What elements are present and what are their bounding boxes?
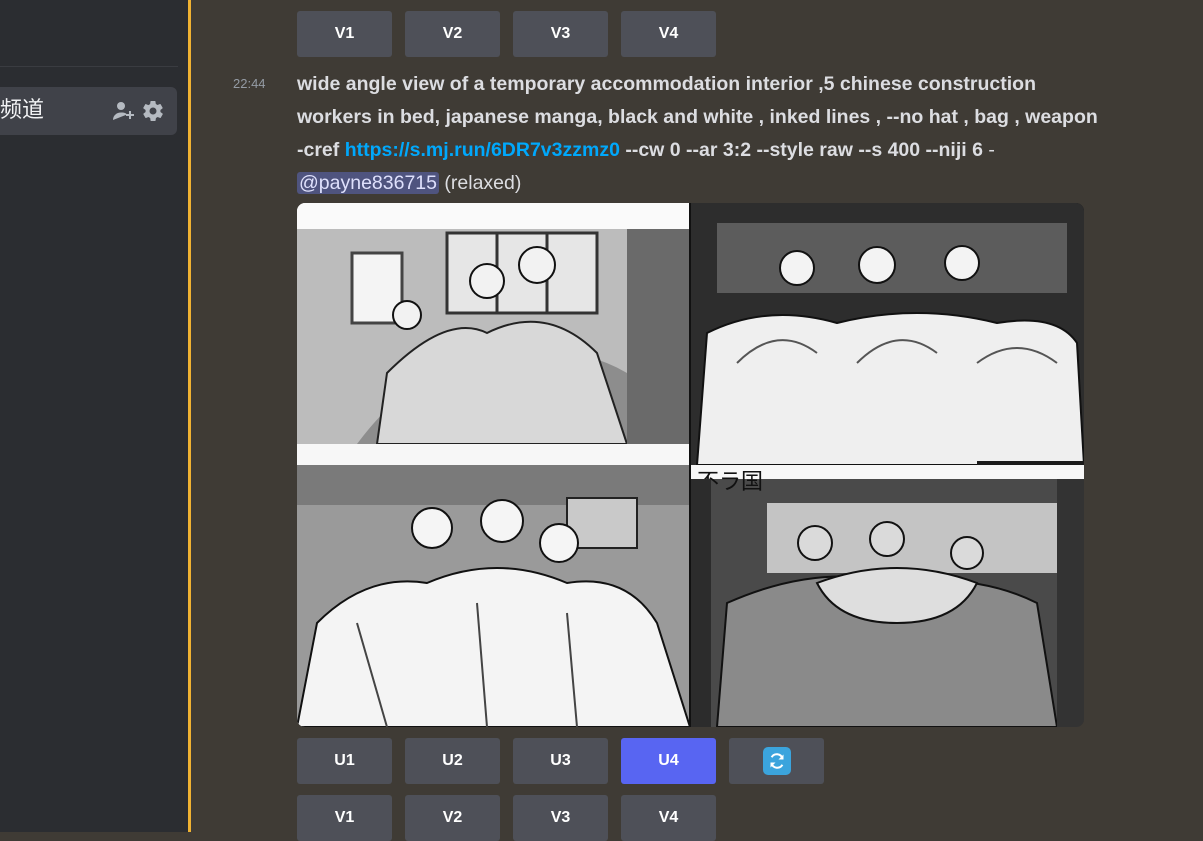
channel-sidebar: 频道 — [0, 0, 188, 832]
variation-button-2[interactable]: V2 — [405, 795, 500, 841]
job-status: (relaxed) — [439, 172, 522, 194]
image-panel-4: 不ラ国 — [691, 465, 1084, 727]
variation-button-4[interactable]: V4 — [621, 11, 716, 57]
upscale-button-3[interactable]: U3 — [513, 738, 608, 784]
message-timestamp: 22:44 — [233, 76, 266, 91]
add-member-icon[interactable] — [111, 99, 135, 123]
variation-button-4[interactable]: V4 — [621, 795, 716, 841]
sidebar-divider — [0, 66, 178, 67]
upscale-button-1[interactable]: U1 — [297, 738, 392, 784]
image-grid-canvas: 不ラ国 — [297, 203, 1084, 727]
gear-icon[interactable] — [141, 99, 165, 123]
image-panel-1 — [297, 203, 690, 465]
prompt-dash: - — [982, 139, 995, 161]
upscale-button-4[interactable]: U4 — [621, 738, 716, 784]
prompt-line-1: wide angle view of a temporary accommoda… — [297, 73, 1037, 95]
channel-name: 频道 — [0, 98, 45, 123]
upscale-button-2[interactable]: U2 — [405, 738, 500, 784]
variation-button-3[interactable]: V3 — [513, 11, 608, 57]
variation-button-2[interactable]: V2 — [405, 11, 500, 57]
sidebar-item-channel[interactable]: 频道 — [0, 87, 177, 135]
message-content: wide angle view of a temporary accommoda… — [297, 68, 1203, 200]
variation-button-1[interactable]: V1 — [297, 11, 392, 57]
prompt-params: --cw 0 --ar 3:2 --style raw --s 400 --ni… — [619, 139, 983, 161]
new-messages-bar — [188, 0, 191, 832]
image-panel-3 — [297, 465, 692, 727]
reroll-button[interactable] — [729, 738, 824, 784]
reference-link[interactable]: https://s.mj.run/6DR7v3zzmz0 — [345, 139, 620, 161]
image-panel-2 — [691, 203, 1084, 467]
variation-button-3[interactable]: V3 — [513, 795, 608, 841]
refresh-icon — [762, 747, 791, 775]
prompt-line-2: workers in bed, japanese manga, black an… — [297, 106, 1098, 128]
variation-button-1[interactable]: V1 — [297, 795, 392, 841]
user-mention[interactable]: @payne836715 — [297, 172, 439, 194]
generated-image-grid[interactable]: 不ラ国 — [297, 203, 1084, 727]
prompt-cref: -cref — [297, 139, 345, 161]
